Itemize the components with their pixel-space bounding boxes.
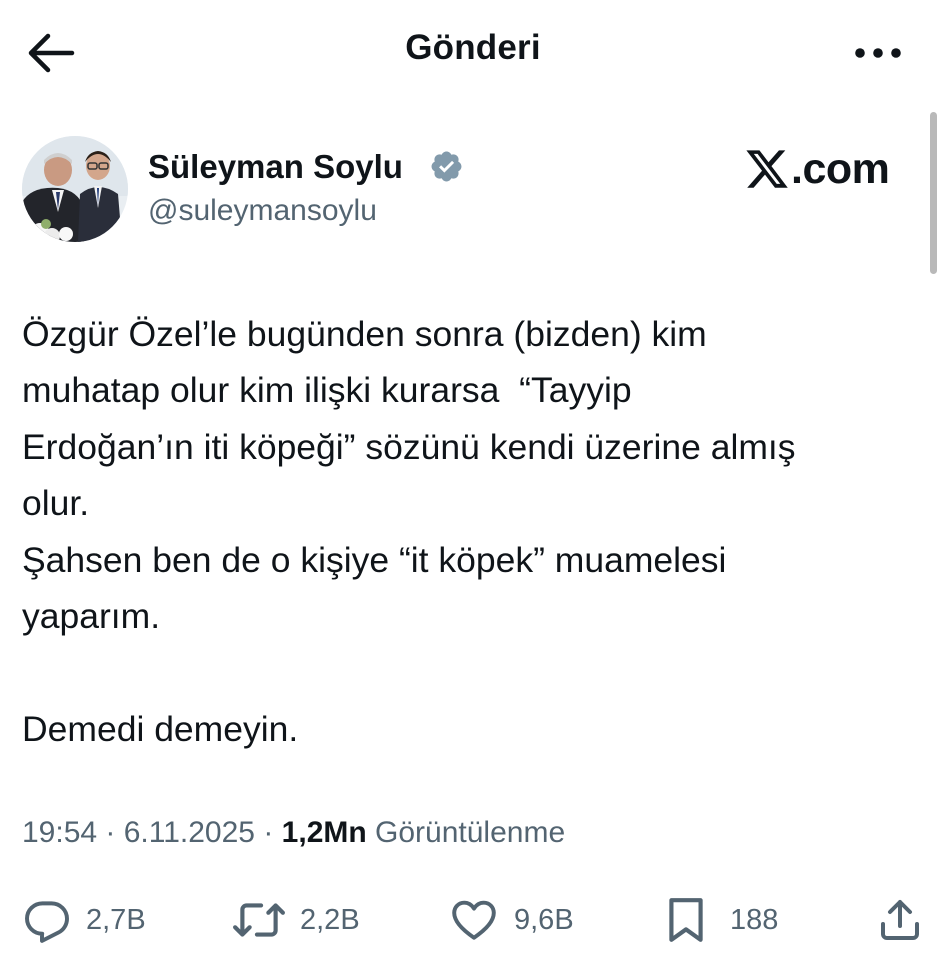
tweet-time[interactable]: 19:54 (22, 816, 97, 849)
more-options-button[interactable] (850, 38, 906, 68)
meta-separator: · (255, 816, 282, 849)
watermark-suffix: .com (791, 145, 890, 193)
tweet-line (22, 644, 932, 700)
tweet-text: Özgür Özel’le bugünden sonra (bizden) ki… (22, 306, 932, 757)
views-count[interactable]: 1,2Mn (282, 816, 367, 849)
tweet-line: yaparım. (22, 596, 161, 637)
more-horizontal-icon (855, 48, 901, 58)
verified-badge-icon (431, 151, 462, 182)
views-label: Görüntülenme (366, 816, 566, 849)
repost-icon (233, 903, 285, 937)
x-logo-icon (746, 150, 788, 188)
page-title: Gönderi (405, 28, 541, 67)
bookmark-count: 188 (730, 903, 779, 936)
like-button[interactable]: 9,6B (448, 890, 574, 950)
reply-count: 2,7B (86, 903, 146, 936)
avatar[interactable] (22, 136, 128, 242)
action-bar: 2,7B 2,2B 9,6B 188 (0, 890, 946, 950)
meta-separator: · (97, 816, 124, 849)
tweet-line: Erdoğan’ın iti köpeği” sözünü kendi üzer… (22, 426, 796, 467)
top-bar: Gönderi (0, 0, 946, 100)
repost-button[interactable]: 2,2B (232, 890, 360, 950)
share-icon (881, 900, 919, 940)
bookmark-icon (669, 898, 703, 942)
reply-icon (25, 901, 69, 943)
tweet-line: Özgür Özel’le bugünden sonra (bizden) ki… (22, 314, 707, 354)
heart-icon (452, 900, 496, 940)
tweet-meta: 19:54 · 6.11.2025 · 1,2Mn Görüntülenme (22, 816, 565, 850)
repost-count: 2,2B (300, 903, 360, 936)
avatar-photo (22, 136, 128, 242)
tweet-line: Şahsen ben de o kişiye “it köpek” muamel… (22, 539, 727, 580)
tweet-line: muhatap olur kim ilişki kurarsa “Tayyip (22, 370, 632, 411)
reply-button[interactable]: 2,7B (22, 890, 146, 950)
x-watermark: .com (744, 145, 890, 193)
tweet-line: olur. (22, 483, 90, 524)
like-count: 9,6B (514, 903, 574, 936)
share-button[interactable] (876, 890, 924, 950)
author-name[interactable]: Süleyman Soylu (148, 148, 403, 186)
author-handle[interactable]: @suleymansoylu (148, 194, 377, 228)
bookmark-button[interactable]: 188 (664, 890, 778, 950)
scrollbar[interactable] (930, 112, 937, 274)
tweet-date[interactable]: 6.11.2025 (124, 816, 255, 849)
tweet-line: Demedi demeyin. (22, 708, 299, 749)
